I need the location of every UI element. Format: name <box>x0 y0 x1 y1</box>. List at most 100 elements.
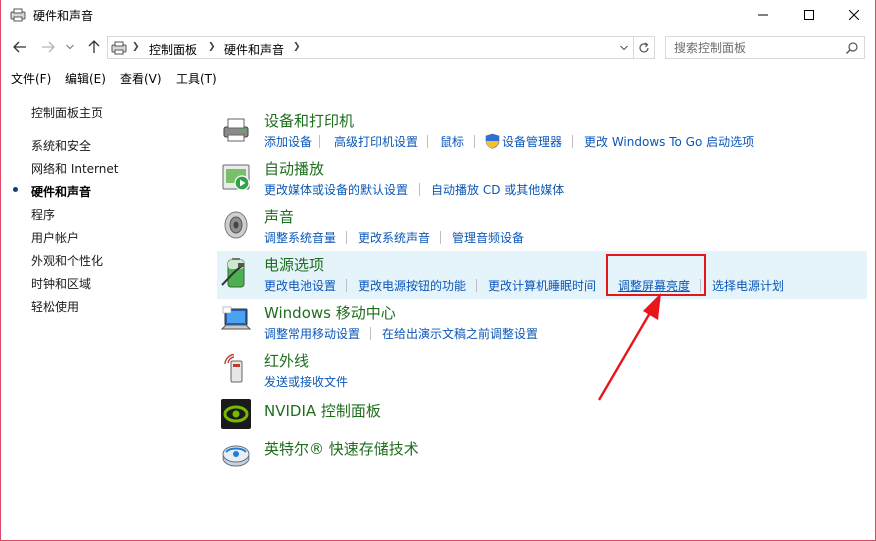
link-choose-power-plan[interactable]: 选择电源计划 <box>712 277 784 294</box>
sidebar-item-clock-region[interactable]: 时钟和区域 <box>31 275 91 292</box>
control-panel-icon <box>111 41 127 55</box>
category-infrared: 红外线 发送或接收文件 <box>217 347 867 395</box>
forward-button[interactable] <box>39 39 57 55</box>
category-autoplay: 自动播放 更改媒体或设备的默认设置 自动播放 CD 或其他媒体 <box>217 155 867 203</box>
link-divider <box>346 279 347 292</box>
laptop-icon[interactable] <box>220 305 252 337</box>
link-presentation-settings[interactable]: 在给出演示文稿之前调整设置 <box>382 325 538 342</box>
breadcrumb-control-panel[interactable]: 控制面板 <box>149 41 197 58</box>
close-button[interactable] <box>831 0 875 30</box>
nvidia-icon[interactable] <box>220 398 252 430</box>
breadcrumb-separator-icon[interactable]: ❯ <box>132 42 140 52</box>
search-input[interactable] <box>666 37 842 58</box>
link-divider <box>572 135 573 148</box>
link-divider <box>427 135 428 148</box>
control-panel-app-icon <box>10 8 26 22</box>
up-button[interactable] <box>85 39 103 55</box>
link-device-manager[interactable]: 设备管理器 <box>502 133 562 150</box>
search-box[interactable] <box>665 36 865 59</box>
category-title[interactable]: 设备和打印机 <box>264 110 354 131</box>
speaker-icon[interactable] <box>220 209 252 241</box>
link-add-device[interactable]: 添加设备 <box>264 133 312 150</box>
address-history-button[interactable] <box>618 41 630 55</box>
arrow-right-icon <box>42 41 55 53</box>
menu-tools[interactable]: 工具(T) <box>176 70 217 87</box>
link-change-system-sounds[interactable]: 更改系统声音 <box>358 229 430 246</box>
autoplay-icon[interactable] <box>220 161 252 193</box>
sidebar-item-ease-of-access[interactable]: 轻松使用 <box>31 298 79 315</box>
infrared-icon[interactable] <box>220 353 252 385</box>
battery-icon[interactable] <box>220 257 252 289</box>
category-title[interactable]: 英特尔® 快速存储技术 <box>264 438 419 459</box>
address-bar[interactable]: ❯ 控制面板 ❯ 硬件和声音 ❯ <box>107 36 634 59</box>
sidebar-item-home[interactable]: 控制面板主页 <box>31 104 103 121</box>
close-icon <box>848 10 859 20</box>
navigation-bar: ❯ 控制面板 ❯ 硬件和声音 ❯ <box>1 32 875 62</box>
link-divider <box>370 327 371 340</box>
link-send-receive-files[interactable]: 发送或接收文件 <box>264 373 348 390</box>
refresh-icon <box>639 41 649 52</box>
sidebar-item-hardware-sound[interactable]: 硬件和声音 <box>31 183 91 200</box>
recent-locations-button[interactable] <box>61 39 79 55</box>
control-panel-window: 硬件和声音 ❯ 控制面板 ❯ 硬件和声音 ❯ 搜索控制面板 文件(F) 编辑(E… <box>0 0 876 541</box>
breadcrumb-hardware-sound[interactable]: 硬件和声音 <box>224 41 284 58</box>
arrow-left-icon <box>13 41 26 53</box>
link-change-media-defaults[interactable]: 更改媒体或设备的默认设置 <box>264 181 408 198</box>
link-advanced-printer[interactable]: 高级打印机设置 <box>334 133 418 150</box>
intel-storage-icon[interactable] <box>220 438 252 470</box>
category-title[interactable]: NVIDIA 控制面板 <box>264 400 381 421</box>
arrow-up-icon <box>88 40 100 53</box>
menu-file[interactable]: 文件(F) <box>11 70 51 87</box>
window-title: 硬件和声音 <box>33 9 94 23</box>
category-sound: 声音 调整系统音量 更改系统声音 管理音频设备 <box>217 203 867 251</box>
minimize-icon <box>757 14 768 16</box>
link-divider <box>346 231 347 244</box>
sidebar-item-appearance[interactable]: 外观和个性化 <box>31 252 103 269</box>
search-icon[interactable] <box>845 41 859 55</box>
menu-edit[interactable]: 编辑(E) <box>65 70 106 87</box>
sidebar-item-programs[interactable]: 程序 <box>31 206 55 223</box>
category-title[interactable]: 电源选项 <box>264 254 324 275</box>
shield-icon <box>485 133 500 149</box>
link-mouse[interactable]: 鼠标 <box>440 133 464 150</box>
category-title[interactable]: 声音 <box>264 206 294 227</box>
refresh-button[interactable] <box>634 36 655 59</box>
sidebar-item-network[interactable]: 网络和 Internet <box>31 160 118 177</box>
category-devices-printers: 设备和打印机 添加设备 高级打印机设置 鼠标 设备管理器 更改 Windows … <box>217 107 867 155</box>
category-title[interactable]: Windows 移动中心 <box>264 302 396 323</box>
breadcrumb-separator-icon[interactable]: ❯ <box>293 42 301 52</box>
link-change-battery-settings[interactable]: 更改电池设置 <box>264 277 336 294</box>
menu-view[interactable]: 查看(V) <box>120 70 162 87</box>
link-manage-audio-devices[interactable]: 管理音频设备 <box>452 229 524 246</box>
link-windows-to-go[interactable]: 更改 Windows To Go 启动选项 <box>584 133 754 150</box>
sidebar-item-system-security[interactable]: 系统和安全 <box>31 137 91 154</box>
link-adjust-mobility-settings[interactable]: 调整常用移动设置 <box>264 325 360 342</box>
minimize-button[interactable] <box>740 0 785 30</box>
link-divider <box>476 279 477 292</box>
menu-bar: 文件(F) 编辑(E) 查看(V) 工具(T) <box>1 66 875 88</box>
annotation-arrow-icon <box>597 293 661 401</box>
breadcrumb-separator-icon[interactable]: ❯ <box>208 42 216 52</box>
category-title[interactable]: 自动播放 <box>264 158 324 179</box>
link-divider <box>419 183 420 196</box>
printer-icon[interactable] <box>220 113 252 145</box>
link-change-sleep-time[interactable]: 更改计算机睡眠时间 <box>488 277 596 294</box>
back-button[interactable] <box>11 39 29 55</box>
category-power-options: 电源选项 更改电池设置 更改电源按钮的功能 更改计算机睡眠时间 调整屏幕亮度 选… <box>217 251 867 299</box>
title-bar: 硬件和声音 <box>1 0 875 30</box>
maximize-icon <box>803 10 814 20</box>
link-divider <box>319 135 320 148</box>
link-divider <box>474 135 475 148</box>
category-intel-storage: 英特尔® 快速存储技术 <box>217 433 867 481</box>
link-divider <box>440 231 441 244</box>
category-title[interactable]: 红外线 <box>264 350 309 371</box>
category-mobility-center: Windows 移动中心 调整常用移动设置 在给出演示文稿之前调整设置 <box>217 299 867 347</box>
link-autoplay-cd[interactable]: 自动播放 CD 或其他媒体 <box>431 181 564 198</box>
link-adjust-volume[interactable]: 调整系统音量 <box>264 229 336 246</box>
link-power-button-function[interactable]: 更改电源按钮的功能 <box>358 277 466 294</box>
chevron-down-icon <box>66 44 74 50</box>
maximize-button[interactable] <box>786 0 831 30</box>
current-item-bullet <box>13 187 18 192</box>
sidebar-item-user-accounts[interactable]: 用户帐户 <box>31 229 79 246</box>
chevron-down-icon <box>620 45 628 51</box>
